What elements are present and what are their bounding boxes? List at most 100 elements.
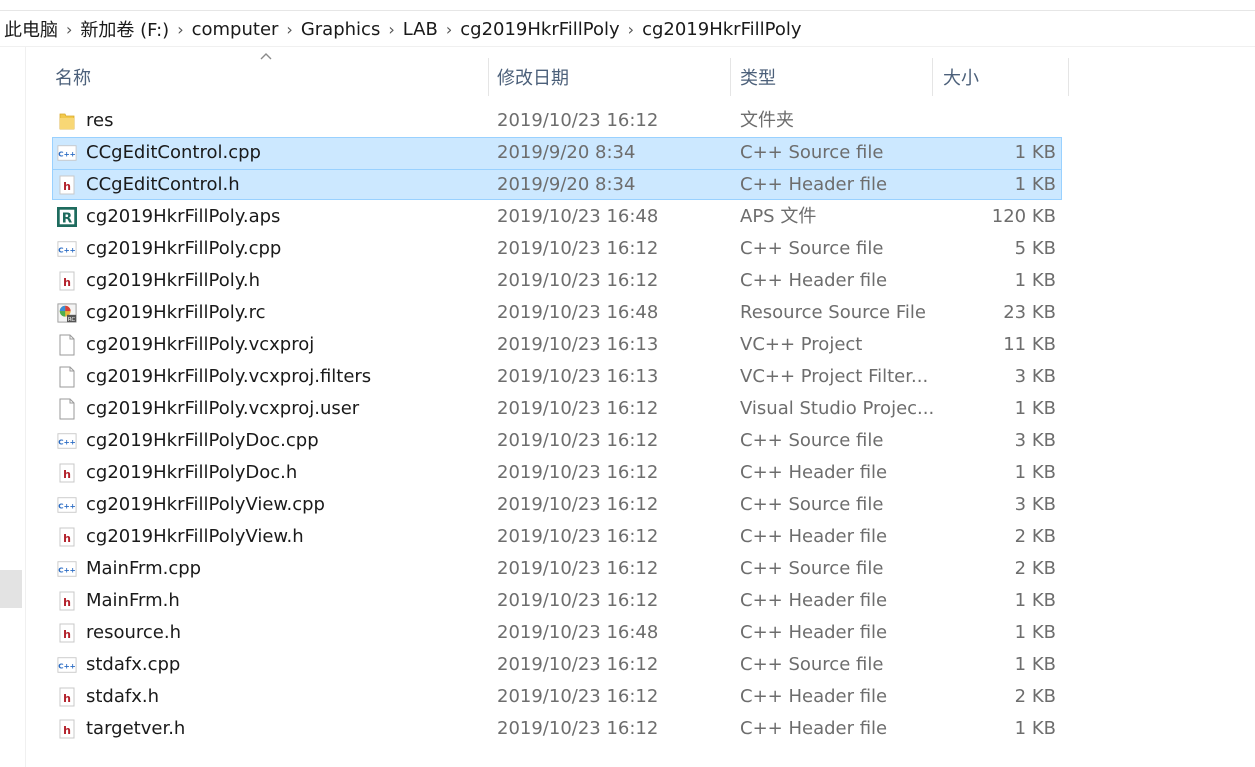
column-header-size[interactable]: 大小 <box>943 58 979 96</box>
column-divider[interactable] <box>730 58 731 96</box>
file-name: cg2019HkrFillPoly.rc <box>86 302 266 323</box>
svg-text:C++: C++ <box>58 662 76 671</box>
file-row[interactable]: h stdafx.h 2019/10/23 16:12 C++ Header file… <box>0 681 1255 713</box>
file-size: 5 KB <box>1014 238 1056 259</box>
file-row[interactable]: h cg2019HkrFillPolyDoc.h 2019/10/23 16:12 C… <box>0 457 1255 489</box>
svg-text:h: h <box>63 692 71 705</box>
file-row[interactable]: h targetver.h 2019/10/23 16:12 C++ Header f… <box>0 713 1255 745</box>
file-size: 2 KB <box>1014 526 1056 547</box>
file-name: cg2019HkrFillPoly.vcxproj <box>86 334 315 355</box>
file-date: 2019/10/23 16:12 <box>497 654 659 675</box>
file-size: 1 KB <box>1014 142 1056 163</box>
breadcrumb-graphics[interactable]: Graphics <box>297 19 385 40</box>
file-row[interactable]: cg2019HkrFillPoly.vcxproj 2019/10/23 16:1… <box>0 329 1255 361</box>
file-row[interactable]: res 2019/10/23 16:12 文件夹 <box>0 105 1255 137</box>
header-file-icon: h <box>57 457 77 489</box>
svg-text:h: h <box>63 532 71 545</box>
column-header-type[interactable]: 类型 <box>740 58 776 96</box>
aps-file-icon: R <box>57 201 77 233</box>
file-type: C++ Header file <box>740 270 888 291</box>
file-name: res <box>86 110 114 131</box>
file-row[interactable]: C++ CCgEditControl.cpp 2019/9/20 8:34 C++ S… <box>0 137 1255 169</box>
file-row[interactable]: C++ stdafx.cpp 2019/10/23 16:12 C++ Source … <box>0 649 1255 681</box>
file-size: 3 KB <box>1014 366 1056 387</box>
cpp-file-icon: C++ <box>57 137 77 169</box>
column-header-name[interactable]: 名称 <box>55 58 91 96</box>
file-name: cg2019HkrFillPoly.h <box>86 270 260 291</box>
file-name: targetver.h <box>86 718 186 739</box>
chevron-right-icon[interactable]: › <box>442 20 456 39</box>
header-file-icon: h <box>57 617 77 649</box>
column-header-date[interactable]: 修改日期 <box>497 58 569 96</box>
file-type: C++ Source file <box>740 654 884 675</box>
chevron-right-icon[interactable]: › <box>173 20 187 39</box>
file-row[interactable]: h resource.h 2019/10/23 16:48 C++ Header fi… <box>0 617 1255 649</box>
file-name: CCgEditControl.cpp <box>86 142 261 163</box>
file-size: 1 KB <box>1014 622 1056 643</box>
address-breadcrumb[interactable]: 此电脑 › 新加卷 (F:) › computer › Graphics › L… <box>0 12 1255 46</box>
file-size: 1 KB <box>1014 398 1056 419</box>
sort-ascending-icon <box>260 53 272 60</box>
file-date: 2019/9/20 8:34 <box>497 174 636 195</box>
svg-text:h: h <box>63 276 71 289</box>
header-file-icon: h <box>57 169 77 201</box>
svg-text:h: h <box>63 468 71 481</box>
svg-text:h: h <box>63 628 71 641</box>
chevron-right-icon[interactable]: › <box>62 20 76 39</box>
file-row[interactable]: h cg2019HkrFillPolyView.h 2019/10/23 16:12… <box>0 521 1255 553</box>
file-date: 2019/10/23 16:12 <box>497 238 659 259</box>
folder-icon <box>57 105 77 137</box>
svg-text:C++: C++ <box>58 502 76 511</box>
blank-file-icon <box>57 329 77 361</box>
file-name: resource.h <box>86 622 181 643</box>
column-divider[interactable] <box>932 58 933 96</box>
header-file-icon: h <box>57 265 77 297</box>
file-size: 3 KB <box>1014 430 1056 451</box>
breadcrumb-this-pc[interactable]: 此电脑 <box>0 16 62 42</box>
file-row[interactable]: C++ MainFrm.cpp 2019/10/23 16:12 C++ Source… <box>0 553 1255 585</box>
header-file-icon: h <box>57 521 77 553</box>
breadcrumb-computer[interactable]: computer <box>188 19 283 40</box>
file-type: 文件夹 <box>740 110 794 131</box>
file-size: 1 KB <box>1014 654 1056 675</box>
file-row[interactable]: h MainFrm.h 2019/10/23 16:12 C++ Header fil… <box>0 585 1255 617</box>
file-type: C++ Header file <box>740 526 888 547</box>
file-type: Visual Studio Projec... <box>740 398 935 419</box>
rc-file-icon: RC <box>57 297 77 329</box>
file-date: 2019/10/23 16:48 <box>497 622 659 643</box>
file-type: C++ Header file <box>740 590 888 611</box>
breadcrumb-lab[interactable]: LAB <box>399 19 442 40</box>
file-row[interactable]: h cg2019HkrFillPoly.h 2019/10/23 16:12 C++ … <box>0 265 1255 297</box>
file-name: cg2019HkrFillPoly.cpp <box>86 238 282 259</box>
file-row[interactable]: C++ cg2019HkrFillPoly.cpp 2019/10/23 16:12… <box>0 233 1255 265</box>
chevron-right-icon[interactable]: › <box>624 20 638 39</box>
chevron-right-icon[interactable]: › <box>384 20 398 39</box>
file-date: 2019/10/23 16:12 <box>497 398 659 419</box>
cpp-file-icon: C++ <box>57 233 77 265</box>
file-type: VC++ Project Filter... <box>740 366 929 387</box>
column-divider[interactable] <box>488 58 489 96</box>
file-row[interactable]: Rcg2019HkrFillPoly.aps 2019/10/23 16:48 AP… <box>0 201 1255 233</box>
header-file-icon: h <box>57 585 77 617</box>
breadcrumb-project-parent[interactable]: cg2019HkrFillPoly <box>456 19 623 40</box>
file-row[interactable]: C++ cg2019HkrFillPolyDoc.cpp 2019/10/23 16… <box>0 425 1255 457</box>
file-row[interactable]: cg2019HkrFillPoly.vcxproj.filters 2019/10… <box>0 361 1255 393</box>
file-row[interactable]: h CCgEditControl.h 2019/9/20 8:34 C++ Heade… <box>0 169 1255 201</box>
breadcrumb-project-current[interactable]: cg2019HkrFillPoly <box>638 19 805 40</box>
cpp-file-icon: C++ <box>57 425 77 457</box>
file-row[interactable]: C++ cg2019HkrFillPolyView.cpp 2019/10/23 1… <box>0 489 1255 521</box>
svg-text:C++: C++ <box>58 438 76 447</box>
file-date: 2019/10/23 16:12 <box>497 462 659 483</box>
file-name: cg2019HkrFillPoly.aps <box>86 206 281 227</box>
file-name: cg2019HkrFillPolyView.h <box>86 526 304 547</box>
file-name: stdafx.h <box>86 686 160 707</box>
chevron-right-icon[interactable]: › <box>282 20 296 39</box>
file-row[interactable]: RC cg2019HkrFillPoly.rc 2019/10/23 16:48 Re… <box>0 297 1255 329</box>
file-date: 2019/9/20 8:34 <box>497 142 636 163</box>
cpp-file-icon: C++ <box>57 553 77 585</box>
breadcrumb-drive-f[interactable]: 新加卷 (F:) <box>76 16 173 42</box>
file-row[interactable]: cg2019HkrFillPoly.vcxproj.user 2019/10/23… <box>0 393 1255 425</box>
column-divider[interactable] <box>1068 58 1069 96</box>
file-name: MainFrm.h <box>86 590 180 611</box>
file-type: Resource Source File <box>740 302 926 323</box>
